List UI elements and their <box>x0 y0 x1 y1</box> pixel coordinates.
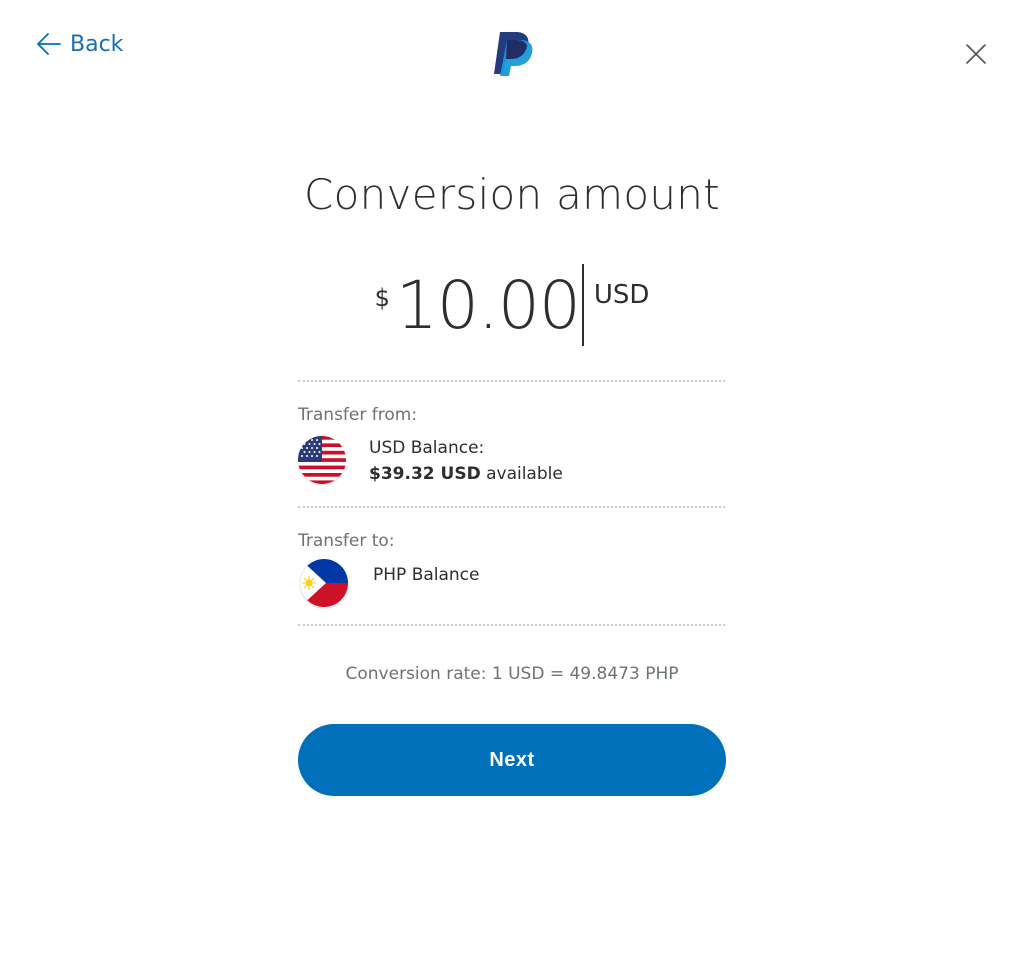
to-account-name: PHP Balance <box>373 565 480 585</box>
back-label: Back <box>70 31 124 57</box>
page-title: Conversion amount <box>304 170 720 219</box>
philippines-flag-icon <box>300 559 348 607</box>
from-account-name: USD Balance: <box>369 438 485 458</box>
currency-symbol: $ <box>374 284 390 312</box>
available-suffix: available <box>480 464 563 484</box>
paypal-logo <box>494 32 533 76</box>
transfer-to-label: Transfer to: <box>298 531 395 551</box>
divider <box>298 380 725 382</box>
divider <box>298 624 725 626</box>
us-flag-icon <box>298 436 346 484</box>
close-icon[interactable] <box>962 40 990 68</box>
transfer-from-label: Transfer from: <box>298 405 418 425</box>
available-amount: $39.32 USD <box>369 464 481 484</box>
back-button[interactable]: Back <box>34 30 123 58</box>
conversion-rate: Conversion rate: 1 USD = 49.8473 PHP <box>345 664 679 684</box>
arrow-left-icon <box>37 33 61 55</box>
amount-input[interactable]: $ 10.00 USD <box>0 262 1024 350</box>
text-caret <box>581 264 584 346</box>
divider <box>298 506 725 508</box>
amount-currency: USD <box>593 280 650 310</box>
next-button[interactable]: Next <box>298 724 726 796</box>
from-account-available: $39.32 USD available <box>369 464 563 484</box>
amount-value[interactable]: 10.00 <box>396 262 581 350</box>
